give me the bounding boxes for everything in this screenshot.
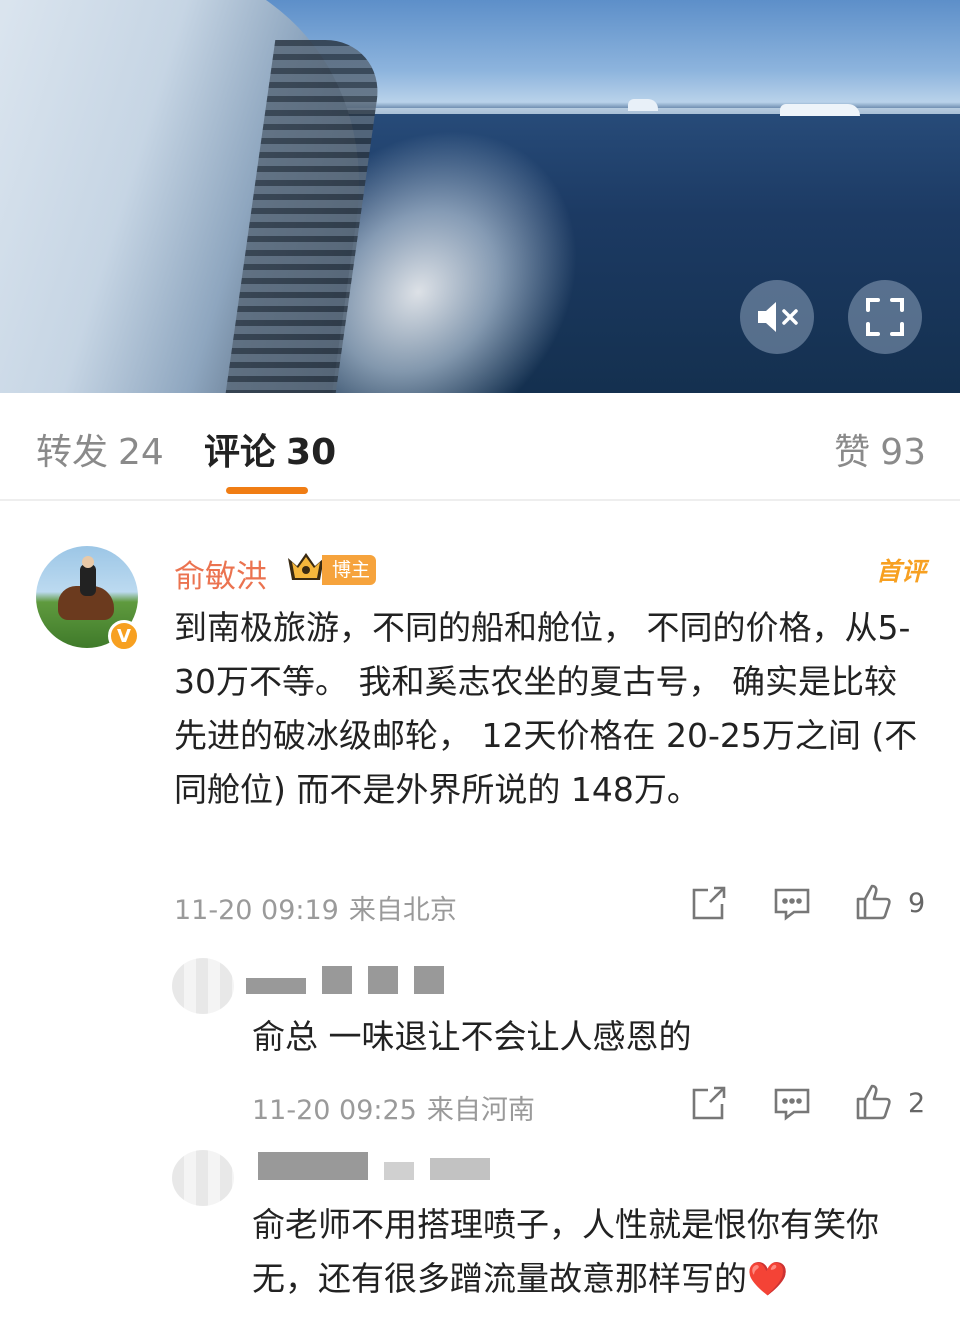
tab-like[interactable]: 赞 93 — [834, 423, 926, 475]
heart-emoji: ❤️ — [747, 1259, 789, 1298]
blogger-tag: 博主 — [322, 555, 377, 585]
tab-like-label: 赞 — [834, 432, 871, 473]
username-obscured[interactable] — [258, 1152, 490, 1180]
reply-location: 来自河南 — [426, 1095, 535, 1126]
like-icon[interactable] — [854, 1082, 894, 1122]
rider-head — [82, 556, 94, 568]
first-comment-badge: 首评 — [875, 557, 926, 586]
username-obscured[interactable] — [246, 966, 444, 994]
tab-repost-label: 转发 — [36, 432, 109, 473]
active-tab-indicator — [226, 487, 308, 494]
tab-like-count: 93 — [880, 432, 926, 473]
crown-icon — [288, 553, 324, 580]
mute-button[interactable] — [740, 280, 814, 354]
tab-repost-count: 24 — [118, 432, 164, 473]
reply-meta: 11-20 09:25 来自河南 — [252, 1088, 535, 1127]
avatar[interactable] — [172, 1150, 234, 1206]
video-player[interactable] — [0, 0, 960, 393]
like-count: 9 — [908, 888, 926, 919]
tab-bar: 转发 24 评论 30 赞 93 — [0, 393, 960, 501]
fullscreen-button[interactable] — [848, 280, 922, 354]
mute-icon — [758, 302, 798, 332]
reply-time: 11-20 09:25 — [252, 1095, 417, 1126]
iceberg — [780, 104, 860, 116]
tab-comment-label: 评论 — [204, 432, 277, 473]
comment-meta: 11-20 09:19 来自北京 — [174, 888, 457, 927]
like-count: 2 — [908, 1088, 926, 1119]
reply-text: 俞总 一味退让不会让人感恩的 — [252, 1017, 692, 1056]
verified-badge: V — [108, 620, 140, 652]
username[interactable]: 俞敏洪 — [174, 551, 267, 596]
comment-text: 到南极旅游，不同的船和舱位， 不同的价格，从5-30万不等。 我和奚志农坐的夏古… — [174, 608, 918, 809]
comment-location: 来自北京 — [348, 895, 457, 926]
tab-comment-count: 30 — [286, 432, 337, 473]
reply-text: 俞老师不用搭理喷子，人性就是恨你有笑你无，还有很多蹭流量故意那样写的❤️ — [252, 1198, 932, 1306]
comment-time: 11-20 09:19 — [174, 895, 339, 926]
share-icon[interactable] — [688, 1084, 728, 1124]
reply-icon[interactable] — [772, 1084, 812, 1124]
reply-icon[interactable] — [772, 884, 812, 924]
iceberg — [628, 99, 658, 111]
like-icon[interactable] — [854, 882, 894, 922]
tab-comment[interactable]: 评论 30 — [204, 423, 336, 475]
share-icon[interactable] — [688, 884, 728, 924]
tab-repost[interactable]: 转发 24 — [36, 423, 164, 475]
fullscreen-icon — [866, 298, 904, 336]
rider — [80, 564, 96, 596]
avatar[interactable] — [172, 958, 234, 1014]
